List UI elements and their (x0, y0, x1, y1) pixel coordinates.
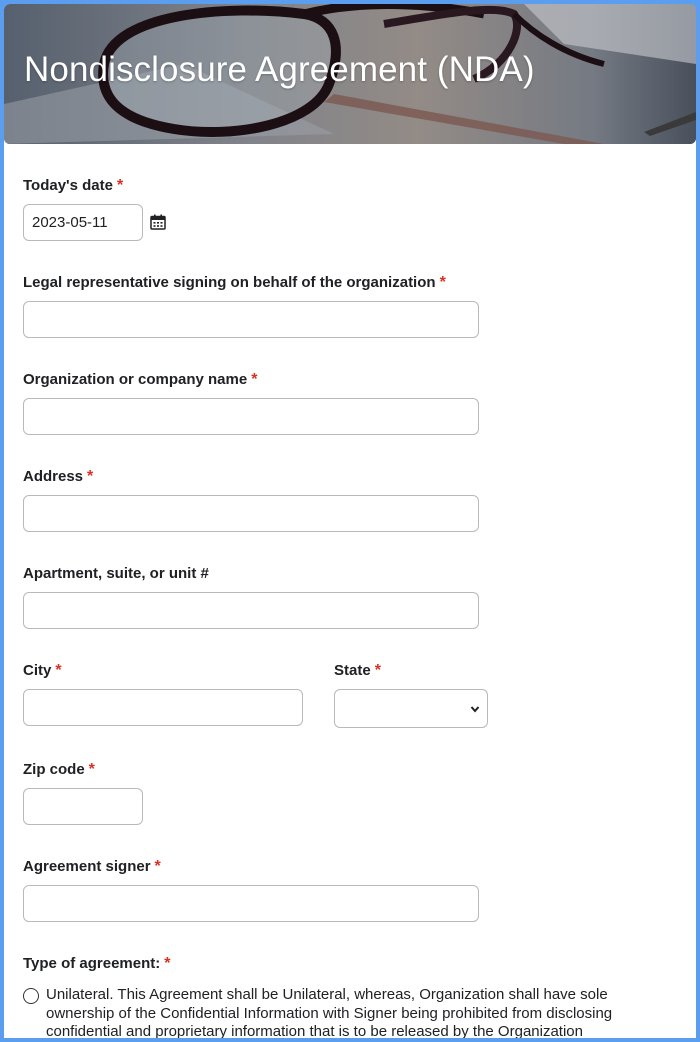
todays-date-field: Today's date* (23, 177, 123, 195)
apartment-input[interactable] (23, 592, 479, 629)
city-input[interactable] (23, 689, 303, 726)
agreement-type-option-label: Unilateral. This Agreement shall be Unil… (46, 986, 676, 1038)
calendar-icon[interactable] (150, 214, 166, 230)
signer-input[interactable] (23, 885, 479, 922)
form-container: Nondisclosure Agreement (NDA) Today's da… (4, 4, 696, 1038)
todays-date-value: 2023-05-11 (32, 214, 108, 231)
agreement-type-label: Type of agreement: (23, 955, 160, 972)
state-label: State (334, 662, 371, 679)
zip-field: Zip code* (23, 761, 95, 779)
zip-label: Zip code (23, 761, 85, 778)
signer-field: Agreement signer* (23, 858, 161, 876)
address-label: Address (23, 468, 83, 485)
apartment-label: Apartment, suite, or unit # (23, 565, 209, 582)
legal-rep-field: Legal representative signing on behalf o… (23, 274, 446, 292)
required-asterisk: * (89, 761, 95, 778)
form-title: Nondisclosure Agreement (NDA) (24, 50, 535, 90)
legal-rep-input[interactable] (23, 301, 479, 338)
radio-unselected-icon[interactable] (23, 988, 39, 1004)
required-asterisk: * (440, 274, 446, 291)
signer-label: Agreement signer (23, 858, 151, 875)
org-name-label: Organization or company name (23, 371, 247, 388)
form-header-banner: Nondisclosure Agreement (NDA) (4, 4, 696, 144)
required-asterisk: * (55, 662, 61, 679)
zip-input[interactable] (23, 788, 143, 825)
state-field: State* (334, 662, 381, 680)
legal-rep-label: Legal representative signing on behalf o… (23, 274, 436, 291)
required-asterisk: * (251, 371, 257, 388)
state-select[interactable] (334, 689, 488, 728)
required-asterisk: * (117, 177, 123, 194)
org-name-input[interactable] (23, 398, 479, 435)
address-input[interactable] (23, 495, 479, 532)
todays-date-label: Today's date (23, 177, 113, 194)
address-field: Address* (23, 468, 93, 486)
todays-date-input[interactable]: 2023-05-11 (23, 204, 143, 241)
city-label: City (23, 662, 51, 679)
city-field: City* (23, 662, 62, 680)
agreement-type-field: Type of agreement:* (23, 955, 170, 973)
required-asterisk: * (164, 955, 170, 972)
chevron-down-icon (470, 703, 480, 715)
apartment-field: Apartment, suite, or unit # (23, 565, 209, 583)
required-asterisk: * (155, 858, 161, 875)
org-name-field: Organization or company name* (23, 371, 257, 389)
required-asterisk: * (375, 662, 381, 679)
required-asterisk: * (87, 468, 93, 485)
